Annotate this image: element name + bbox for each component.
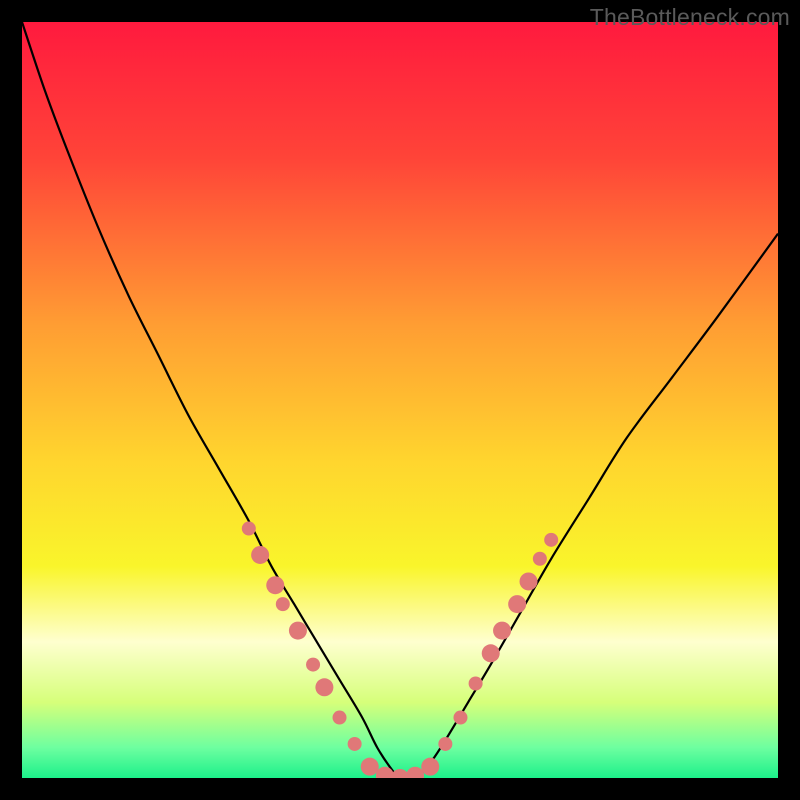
data-marker [482,644,500,662]
data-marker [520,572,538,590]
data-marker [421,758,439,776]
data-marker [453,711,467,725]
data-marker [266,576,284,594]
data-marker [276,597,290,611]
data-marker [251,546,269,564]
chart-frame: TheBottleneck.com [0,0,800,800]
data-marker [544,533,558,547]
data-marker [508,595,526,613]
gradient-background [22,22,778,778]
chart-plot-area [22,22,778,778]
data-marker [361,758,379,776]
data-marker [469,677,483,691]
bottleneck-chart [22,22,778,778]
data-marker [333,711,347,725]
data-marker [533,552,547,566]
data-marker [493,622,511,640]
data-marker [289,622,307,640]
watermark-text: TheBottleneck.com [590,4,790,31]
data-marker [348,737,362,751]
data-marker [306,658,320,672]
data-marker [438,737,452,751]
data-marker [315,678,333,696]
data-marker [242,522,256,536]
